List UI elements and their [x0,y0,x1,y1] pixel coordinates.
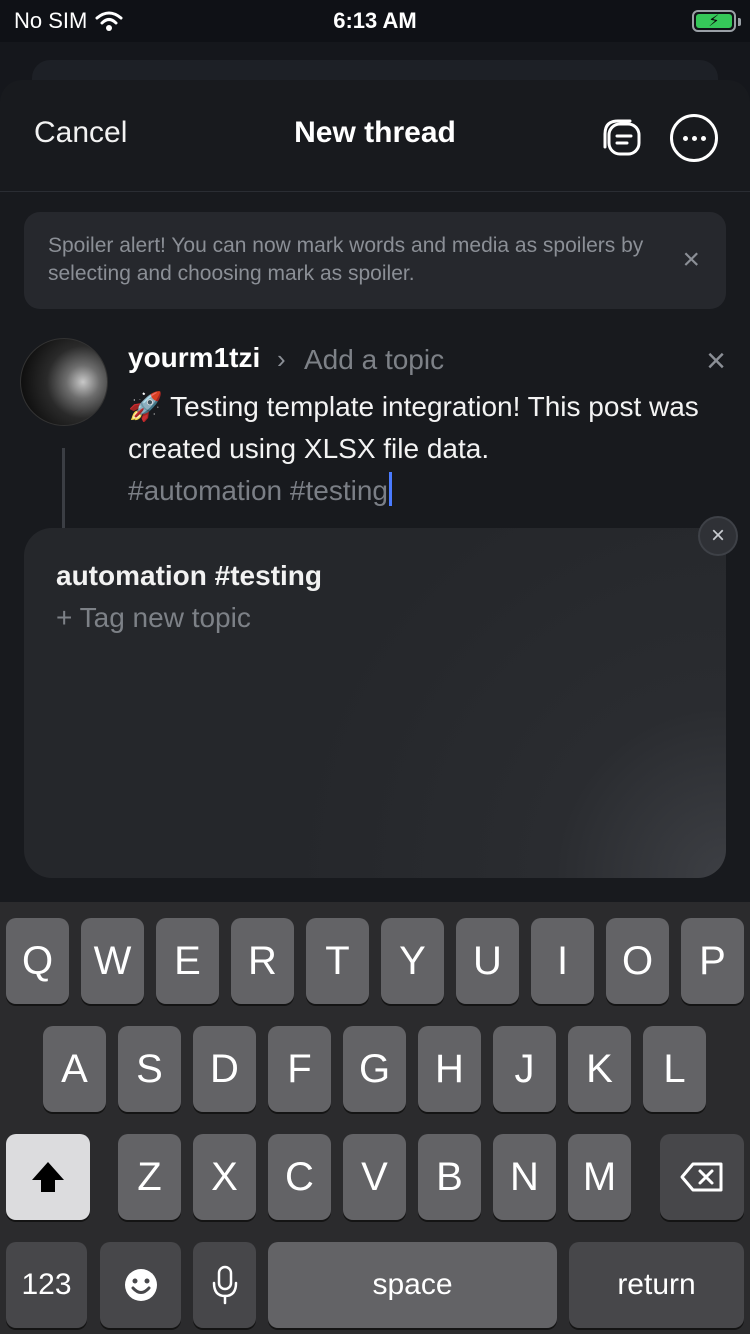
key-l[interactable]: L [643,1026,706,1112]
key-e[interactable]: E [156,918,219,1004]
key-s[interactable]: S [118,1026,181,1112]
text-cursor [388,472,392,506]
numbers-key[interactable]: 123 [6,1242,87,1328]
return-key[interactable]: return [569,1242,744,1328]
dictation-key[interactable] [193,1242,256,1328]
banner-text: Spoiler alert! You can now mark words an… [48,234,644,285]
key-z[interactable]: Z [118,1134,181,1220]
microphone-icon [212,1265,237,1305]
username: yourm1tzi [128,342,261,373]
remove-post-icon[interactable]: × [706,342,726,381]
rocket-emoji: 🚀 [128,391,163,422]
post-text-input[interactable]: 🚀 Testing template integration! This pos… [128,386,728,470]
drafts-icon[interactable] [600,116,644,160]
key-k[interactable]: K [568,1026,631,1112]
status-time: 6:13 AM [333,8,417,33]
key-x[interactable]: X [193,1134,256,1220]
shift-key[interactable] [6,1134,90,1220]
chevron-right-icon: › [277,344,286,374]
key-o[interactable]: O [606,918,669,1004]
key-n[interactable]: N [493,1134,556,1220]
key-i[interactable]: I [531,918,594,1004]
tag-new-topic-button[interactable]: + Tag new topic [56,602,251,634]
status-bar: No SIM 6:13 AM ⚡ [0,0,750,42]
key-p[interactable]: P [681,918,744,1004]
emoji-key[interactable] [100,1242,181,1328]
key-q[interactable]: Q [6,918,69,1004]
key-c[interactable]: C [268,1134,331,1220]
key-h[interactable]: H [418,1026,481,1112]
thread-line [62,448,65,528]
avatar[interactable] [20,338,108,426]
key-w[interactable]: W [81,918,144,1004]
battery-nub [738,18,741,26]
add-topic-field[interactable]: Add a topic [304,344,444,376]
close-icon[interactable]: × [682,245,700,275]
new-thread-sheet: Cancel New thread Spoiler alert! You can… [0,80,750,902]
key-r[interactable]: R [231,918,294,1004]
hashtag-text[interactable]: #automation #testing [128,470,392,512]
battery-icon: ⚡ [692,10,741,32]
hashtags: #automation #testing [128,475,388,506]
space-key[interactable]: space [268,1242,557,1328]
post-body: Testing template integration! This post … [128,391,699,464]
close-suggestions-icon[interactable]: × [698,516,738,556]
delete-key[interactable] [660,1134,744,1220]
more-options-icon[interactable] [670,114,718,162]
key-u[interactable]: U [456,918,519,1004]
key-g[interactable]: G [343,1026,406,1112]
topic-suggestion-item[interactable]: automation #testing [56,560,322,592]
shift-icon [32,1162,64,1192]
key-b[interactable]: B [418,1134,481,1220]
key-f[interactable]: F [268,1026,331,1112]
key-d[interactable]: D [193,1026,256,1112]
nav-bar: Cancel New thread [0,80,750,192]
backspace-icon [680,1162,723,1192]
key-y[interactable]: Y [381,918,444,1004]
key-t[interactable]: T [306,918,369,1004]
charging-bolt-icon: ⚡ [708,13,720,30]
key-j[interactable]: J [493,1026,556,1112]
battery-fill: ⚡ [696,13,732,30]
key-a[interactable]: A [43,1026,106,1112]
keyboard: Q W E R T Y U I O P A S D F G H J K L Z … [0,902,750,1334]
key-v[interactable]: V [343,1134,406,1220]
key-m[interactable]: M [568,1134,631,1220]
spoiler-banner: Spoiler alert! You can now mark words an… [24,212,726,309]
emoji-icon [124,1269,157,1301]
